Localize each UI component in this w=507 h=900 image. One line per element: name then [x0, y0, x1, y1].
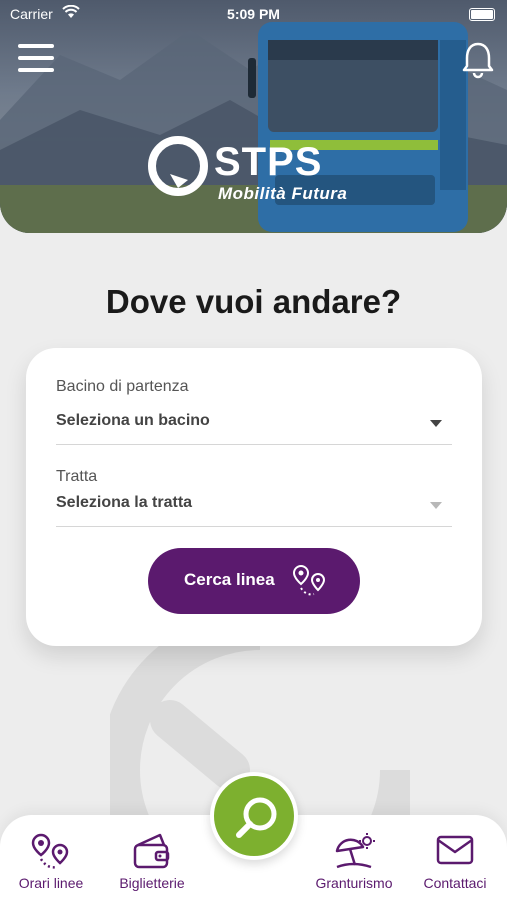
nav-item-orari-linee[interactable]: Orari linee [1, 815, 101, 900]
wallet-icon [133, 833, 170, 869]
nav-label-granturismo: Granturismo [315, 875, 393, 891]
nav-label-orari-linee: Orari linee [18, 875, 84, 891]
search-line-button[interactable]: Cerca linea [148, 548, 360, 614]
nav-item-contattaci[interactable]: Contattaci [405, 815, 505, 900]
status-bar: Carrier 5:09 PM [0, 0, 507, 28]
brand-name: STPS [214, 140, 323, 184]
chevron-down-icon [430, 420, 442, 427]
tratta-select[interactable]: Seleziona la tratta [56, 490, 452, 527]
route-pins-icon [292, 564, 326, 596]
search-form-card: Bacino di partenza Seleziona un bacino T… [26, 348, 482, 646]
bacino-select-value: Seleziona un bacino [56, 412, 210, 429]
tratta-select-value: Seleziona la tratta [56, 494, 193, 511]
bacino-select[interactable]: Seleziona un bacino [56, 408, 452, 445]
nav-item-biglietterie[interactable]: Biglietterie [102, 815, 202, 900]
nav-label-biglietterie: Biglietterie [119, 875, 185, 891]
page-title: Dove vuoi andare? [105, 283, 402, 320]
tratta-label: Tratta [56, 468, 98, 485]
header-banner: Carrier 5:09 PM STPS Mobilità Futura [0, 0, 507, 233]
search-fab-button[interactable] [210, 772, 298, 860]
brand-tagline: Mobilità Futura [218, 184, 348, 203]
nav-item-granturismo[interactable]: Granturismo [304, 815, 404, 900]
status-time: 5:09 PM [227, 6, 280, 22]
chevron-down-icon [430, 502, 442, 509]
route-pins-icon [31, 833, 69, 869]
search-icon [236, 797, 277, 838]
beach-umbrella-icon [335, 833, 375, 869]
hamburger-menu-icon[interactable] [18, 44, 54, 74]
bacino-label: Bacino di partenza [56, 378, 189, 395]
envelope-icon [436, 835, 474, 865]
search-line-button-label: Cerca linea [184, 570, 275, 589]
battery-icon [469, 8, 495, 21]
bell-icon[interactable] [461, 40, 495, 80]
brand-logo-mark [148, 136, 208, 196]
nav-label-contattaci: Contattaci [423, 875, 487, 891]
brand-logo: STPS Mobilità Futura [148, 136, 368, 206]
